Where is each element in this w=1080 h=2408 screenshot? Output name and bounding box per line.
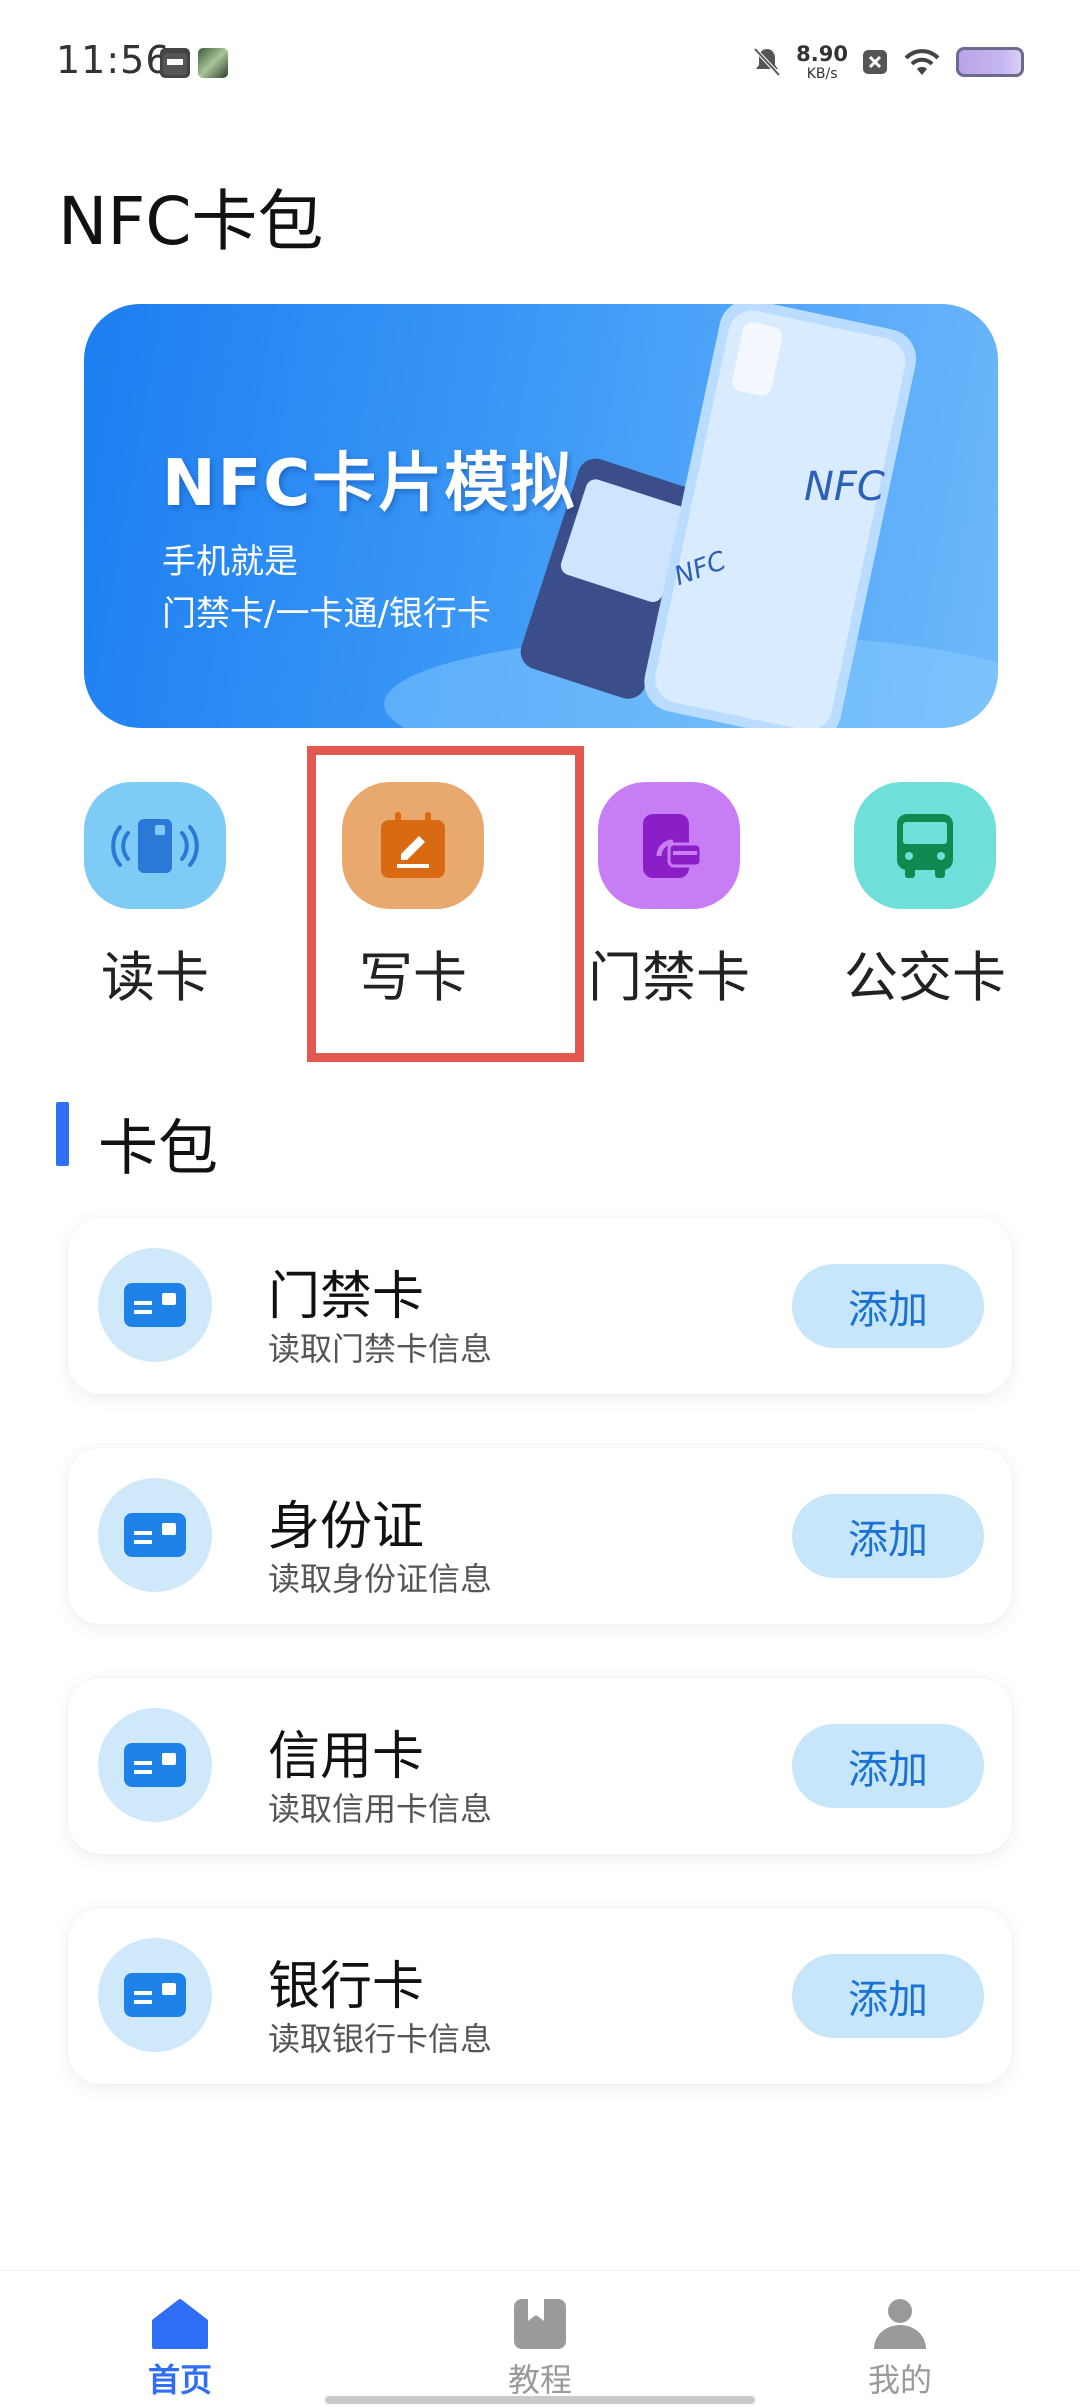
- feature-label: 读卡: [101, 946, 209, 1009]
- card-title: 门禁卡: [268, 1267, 425, 1327]
- highlight-box: [307, 746, 584, 1062]
- add-button[interactable]: 添加: [792, 1724, 984, 1808]
- nav-label: 首页: [147, 2361, 212, 2399]
- card-item-credit: 信用卡 读取信用卡信息 添加: [68, 1678, 1012, 1854]
- nav-item-home[interactable]: 首页: [120, 2297, 240, 2401]
- id-card-icon: [98, 1938, 212, 2052]
- close-box-icon: [863, 50, 887, 74]
- status-bar: 11:56 8.90 KB/s: [0, 0, 1080, 120]
- home-indicator[interactable]: [325, 2396, 755, 2404]
- bus-icon: [854, 782, 996, 909]
- phone-nfc-logo: NFC: [804, 464, 885, 510]
- status-time: 11:56: [56, 38, 171, 82]
- access-card-icon: [598, 782, 740, 909]
- card-title: 银行卡: [268, 1957, 425, 2017]
- banner-subtitle-line2: 门禁卡/一卡通/银行卡: [162, 594, 491, 634]
- nav-item-tutorial[interactable]: 教程: [480, 2297, 600, 2401]
- wifi-icon: [904, 49, 940, 75]
- card-item-access: 门禁卡 读取门禁卡信息 添加: [68, 1218, 1012, 1394]
- card-subtitle: 读取银行卡信息: [268, 2020, 493, 2058]
- nav-label: 我的: [867, 2361, 932, 2399]
- nav-label: 教程: [507, 2361, 572, 2399]
- id-card-icon: [98, 1708, 212, 1822]
- page-title: NFC卡包: [58, 183, 324, 260]
- feature-label: 门禁卡: [588, 946, 750, 1009]
- home-icon: [152, 2299, 208, 2349]
- card-subtitle: 读取门禁卡信息: [268, 1330, 493, 1368]
- card-title: 信用卡: [268, 1727, 425, 1787]
- person-icon: [874, 2299, 926, 2349]
- section-accent-bar: [56, 1102, 69, 1166]
- status-indicators: 8.90 KB/s: [752, 38, 1024, 86]
- card-item-bank: 银行卡 读取银行卡信息 添加: [68, 1908, 1012, 2084]
- card-item-id: 身份证 读取身份证信息 添加: [68, 1448, 1012, 1624]
- add-button[interactable]: 添加: [792, 1494, 984, 1578]
- feature-bus-card[interactable]: 公交卡: [844, 782, 1006, 1012]
- card-subtitle: 读取身份证信息: [268, 1560, 493, 1598]
- card-subtitle: 读取信用卡信息: [268, 1790, 493, 1828]
- add-button[interactable]: 添加: [792, 1264, 984, 1348]
- net-speed-value: 8.90: [796, 41, 848, 66]
- book-icon: [514, 2299, 566, 2349]
- add-button[interactable]: 添加: [792, 1954, 984, 2038]
- nav-item-mine[interactable]: 我的: [840, 2297, 960, 2401]
- calendar-icon: [160, 48, 190, 78]
- app-avatar-icon: [198, 48, 228, 78]
- network-speed: 8.90 KB/s: [796, 41, 848, 82]
- banner-subtitle-line1: 手机就是: [162, 542, 298, 582]
- id-card-icon: [98, 1248, 212, 1362]
- net-speed-unit: KB/s: [806, 65, 838, 82]
- promo-banner[interactable]: NFC NFC NFC卡片模拟 手机就是 门禁卡/一卡通/银行卡: [84, 304, 998, 728]
- feature-access-card[interactable]: 门禁卡: [588, 782, 750, 1012]
- card-read-icon: [84, 782, 226, 909]
- card-title: 身份证: [268, 1497, 425, 1557]
- section-title: 卡包: [98, 1114, 218, 1184]
- feature-label: 公交卡: [844, 946, 1006, 1009]
- banner-title: NFC卡片模拟: [162, 447, 577, 521]
- mute-icon: [753, 47, 781, 77]
- feature-read-card[interactable]: 读卡: [75, 782, 235, 1012]
- battery-icon: [956, 47, 1024, 77]
- bottom-nav: 首页 教程 我的: [0, 2270, 1080, 2408]
- id-card-icon: [98, 1478, 212, 1592]
